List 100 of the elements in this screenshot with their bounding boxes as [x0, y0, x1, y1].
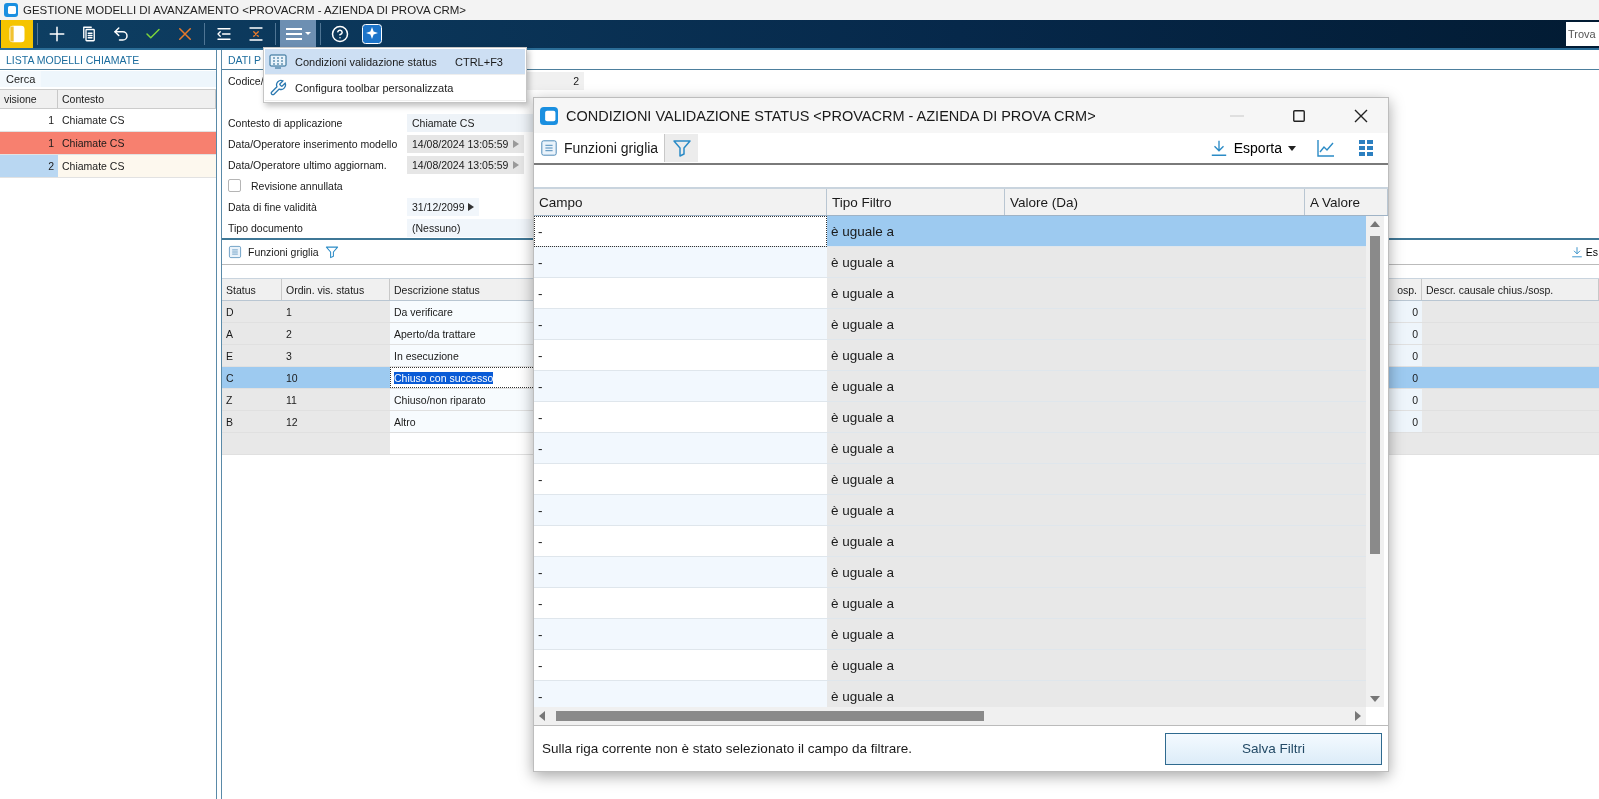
field-label: Data di fine validità: [228, 200, 318, 213]
copy-icon: [80, 25, 98, 43]
field-label: Contesto di applicazione: [228, 116, 344, 129]
plus-icon: [48, 25, 66, 43]
filter-button[interactable]: [664, 134, 699, 162]
scroll-right-icon: [1354, 711, 1362, 721]
table-cell: è uguale a: [827, 247, 1005, 278]
table-cell: -: [534, 216, 827, 247]
status-message: Sulla riga corrente non è stato selezionato il campo da filtrare.: [542, 741, 913, 756]
context-cell-text: Chiamate CS: [61, 113, 126, 128]
scroll-down-icon: [1370, 695, 1380, 703]
grid-cell: 0: [1389, 411, 1422, 432]
grid-cell: Chiuso/non riparato: [390, 389, 535, 410]
table-cell: -: [534, 495, 827, 526]
line-chart-icon: [1316, 138, 1336, 158]
grid-cell: Da verificare: [390, 301, 535, 322]
caret-icon: [1288, 145, 1296, 151]
grid-cell: Altro: [390, 411, 535, 432]
grid-cell: 1: [282, 301, 390, 322]
column-header[interactable]: Descr. causale chius./sosp.: [1422, 279, 1599, 300]
find-field[interactable]: Trova: [1566, 22, 1599, 46]
checkbox[interactable]: [228, 179, 241, 192]
column-header[interactable]: A Valore: [1305, 189, 1388, 215]
grid-cell: 12: [282, 411, 390, 432]
context-cell-text: Chiamate CS: [61, 159, 126, 174]
filter-icon: [671, 138, 692, 158]
panel-icon: [7, 24, 27, 44]
close-icon: [1354, 108, 1368, 123]
scrollbar-thumb[interactable]: [1370, 236, 1380, 554]
window-title: GESTIONE MODELLI DI AVANZAMENTO <PROVACRM - AZIENDA DI PROVA CRM>: [23, 4, 467, 16]
table-cell: è uguale a: [827, 588, 1005, 619]
grid-functions-label[interactable]: Funzioni griglia: [248, 246, 319, 258]
indent-icon: [215, 25, 233, 43]
grid-cell: 0: [1389, 301, 1422, 322]
menu-item[interactable]: Condizioni validazione status CTRL+F3: [265, 49, 525, 75]
column-header[interactable]: Ordin. vis. status: [282, 279, 390, 300]
table-cell: è uguale a: [827, 433, 1005, 464]
table-cell: -: [534, 309, 827, 340]
cross-icon: [176, 25, 194, 43]
grid-cell: 11: [282, 389, 390, 410]
export-button[interactable]: Esporta: [1203, 139, 1302, 157]
table-cell: -: [534, 464, 827, 495]
grid-cell: 2: [282, 323, 390, 344]
horizontal-scrollbar[interactable]: [534, 707, 1366, 725]
column-header[interactable]: Tipo Filtro: [827, 189, 1005, 215]
scroll-up-icon: [1370, 220, 1380, 228]
table-cell: -: [534, 402, 827, 433]
timestamp-field[interactable]: 14/08/2024 13:05:59: [407, 155, 524, 174]
caret-icon: [513, 160, 519, 169]
table-cell: è uguale a: [827, 371, 1005, 402]
download-icon: [1209, 139, 1228, 157]
grid-functions-label[interactable]: Funzioni griglia: [564, 140, 659, 156]
save-filters-button[interactable]: Salva Filtri: [1165, 732, 1382, 765]
maximize-icon: [1293, 109, 1305, 122]
table-cell: -: [534, 588, 827, 619]
table-cell: -: [534, 278, 827, 309]
column-header[interactable]: Campo: [534, 189, 827, 215]
table-cell: è uguale a: [827, 309, 1005, 340]
grid-icon: [269, 53, 287, 70]
grid-cell: 0: [1389, 345, 1422, 366]
caret-icon: [468, 202, 474, 211]
grid-cell: B: [222, 411, 282, 432]
table-cell: -: [534, 247, 827, 278]
search-field[interactable]: Cerca: [0, 71, 216, 87]
grid-cell: In esecuzione: [390, 345, 535, 366]
column-header[interactable]: Contesto: [58, 90, 216, 108]
table-cell: è uguale a: [827, 619, 1005, 650]
scroll-left-icon: [538, 711, 546, 721]
table-cell: -: [534, 557, 827, 588]
menu-button[interactable]: [280, 20, 316, 48]
grid-cell: 0: [1389, 323, 1422, 344]
table-cell: è uguale a: [827, 278, 1005, 309]
scrollbar-thumb[interactable]: [556, 711, 984, 721]
menu-icon: [284, 26, 312, 42]
list-row[interactable]: 2 Chiamate CS: [0, 155, 216, 178]
list-row[interactable]: 1 Chiamate CS: [0, 132, 216, 155]
grid-cell: Chiuso con successo: [390, 367, 535, 388]
table-cell: è uguale a: [827, 526, 1005, 557]
column-header[interactable]: visione: [0, 90, 58, 108]
revision-cell-text: 1: [47, 113, 55, 128]
wrench-icon: [269, 78, 287, 97]
table-cell: è uguale a: [827, 340, 1005, 371]
timestamp-field[interactable]: 14/08/2024 13:05:59: [407, 134, 524, 153]
grid-cell: 0: [1389, 389, 1422, 410]
export-button[interactable]: Es: [1570, 246, 1598, 258]
column-header[interactable]: Valore (Da): [1005, 189, 1305, 215]
revision-cell-text: 1: [47, 136, 55, 151]
grid-cell: A: [222, 323, 282, 344]
table-cell: -: [534, 526, 827, 557]
table-cell: -: [534, 433, 827, 464]
vertical-scrollbar[interactable]: [1366, 216, 1384, 707]
undo-icon: [112, 25, 130, 43]
delete-icon: [247, 25, 265, 43]
table-cell: -: [534, 340, 827, 371]
column-header[interactable]: Status: [222, 279, 282, 300]
date-field[interactable]: 31/12/2099: [407, 197, 479, 216]
app-logo-icon: [540, 106, 558, 125]
table-cell: è uguale a: [827, 557, 1005, 588]
table-cell: [1305, 216, 1366, 247]
grid-cell: D: [222, 301, 282, 322]
